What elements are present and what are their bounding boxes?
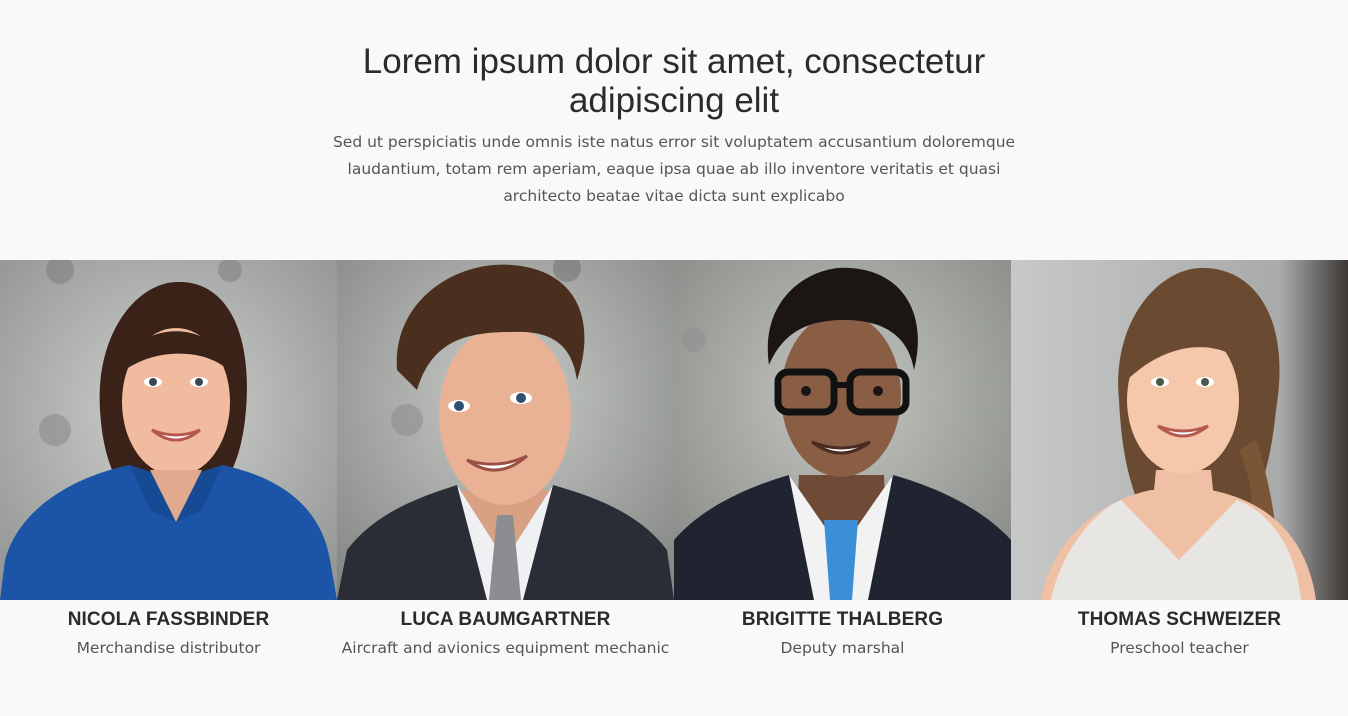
- portrait-woman-blue-shirt-photo: [0, 260, 337, 600]
- portrait-icon: [674, 260, 1011, 600]
- section-heading-line-1: Lorem ipsum dolor sit amet, consectetur: [362, 42, 986, 81]
- portrait-icon: [0, 260, 337, 600]
- portrait-man-glasses-photo: [674, 260, 1011, 600]
- member-name: NICOLA FASSBINDER: [67, 609, 270, 630]
- portrait-icon: [337, 260, 674, 600]
- team-member-card: BRIGITTE THALBERG Deputy marshal: [674, 260, 1011, 690]
- team-member-card: THOMAS SCHWEIZER Preschool teacher: [1011, 260, 1348, 690]
- team-member-card: LUCA BAUMGARTNER Aircraft and avionics e…: [337, 260, 674, 690]
- member-role: Preschool teacher: [1110, 639, 1249, 657]
- member-role: Aircraft and avionics equipment mechanic: [341, 639, 670, 657]
- member-name: BRIGITTE THALBERG: [741, 609, 944, 630]
- team-section: Lorem ipsum dolor sit amet, consectetur …: [0, 0, 1348, 716]
- portrait-man-suit-photo: [337, 260, 674, 600]
- member-name: LUCA BAUMGARTNER: [400, 609, 611, 630]
- section-heading-line-2: adipiscing elit: [568, 81, 780, 120]
- section-heading: Lorem ipsum dolor sit amet, consectetur …: [0, 42, 1348, 120]
- member-role: Deputy marshal: [780, 639, 905, 657]
- team-grid: NICOLA FASSBINDER Merchandise distributo…: [0, 260, 1348, 690]
- section-intro: Sed ut perspiciatis unde omnis iste natu…: [332, 133, 1016, 205]
- member-role: Merchandise distributor: [76, 639, 261, 657]
- team-member-card: NICOLA FASSBINDER Merchandise distributo…: [0, 260, 337, 690]
- member-name: THOMAS SCHWEIZER: [1077, 609, 1282, 630]
- portrait-icon: [1011, 260, 1348, 600]
- portrait-woman-white-top-photo: [1011, 260, 1348, 600]
